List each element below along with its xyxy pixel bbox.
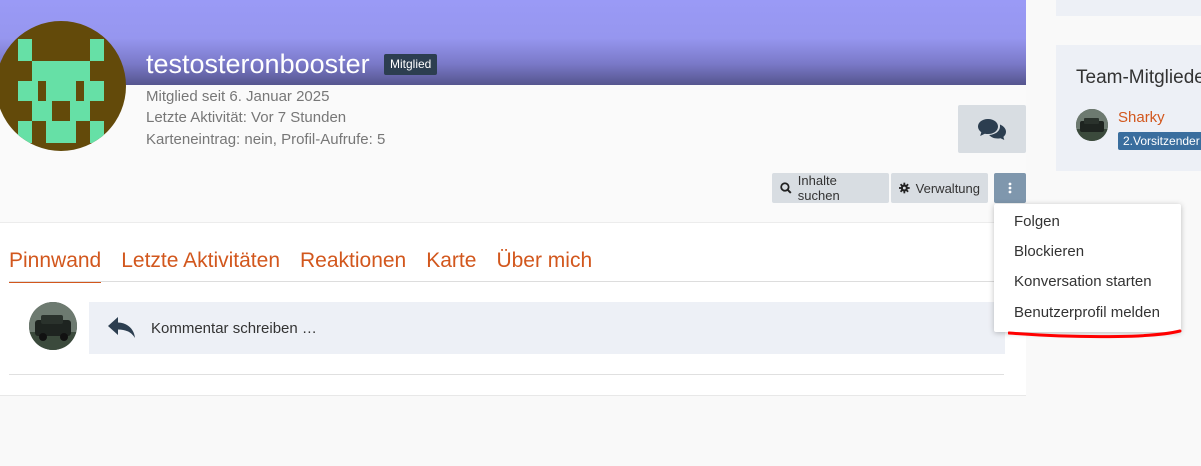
menu-item-report-profile[interactable]: Benutzerprofil melden (1014, 304, 1160, 322)
profile-username: testosteronbooster (146, 49, 370, 79)
profile-card: testosteronbooster Mitglied Mitglied sei… (0, 0, 1026, 396)
tab-recent-activity[interactable]: Letzte Aktivitäten (121, 248, 280, 283)
comments-icon (978, 119, 1006, 140)
search-icon (780, 182, 792, 194)
current-user-avatar[interactable] (29, 302, 77, 350)
last-activity: Letzte Aktivität: Vor 7 Stunden (146, 109, 347, 126)
comment-input[interactable]: Kommentar schreiben … (89, 302, 1005, 354)
search-content-label: Inhalte suchen (797, 173, 840, 203)
more-options-menu: Folgen Blockieren Konversation starten B… (994, 204, 1181, 332)
vertical-ellipsis-icon (1008, 182, 1012, 194)
search-content-button[interactable]: Inhalte suchen (772, 173, 889, 203)
tabs-divider (9, 281, 1004, 282)
rank-badge: Mitglied (384, 54, 438, 75)
admin-button[interactable]: Verwaltung (891, 173, 988, 203)
profile-tabs: Pinnwand Letzte Aktivitäten Reaktionen K… (9, 248, 592, 283)
team-members-title: Team-Mitglieder (1076, 67, 1201, 88)
team-member-avatar[interactable] (1076, 109, 1108, 141)
member-since: Mitglied seit 6. Januar 2025 (146, 88, 330, 105)
menu-item-follow[interactable]: Folgen (1014, 213, 1060, 231)
comment-placeholder: Kommentar schreiben … (151, 319, 317, 337)
profile-stats: Karteneintrag: nein, Profil-Aufrufe: 5 (146, 131, 386, 148)
team-member-badge: 2.Vorsitzender (1118, 132, 1201, 150)
start-conversation-button[interactable] (958, 105, 1026, 153)
sidebar-top-card (1056, 0, 1201, 16)
comment-divider (9, 374, 1004, 375)
tab-map[interactable]: Karte (426, 248, 476, 283)
tab-reactions[interactable]: Reaktionen (300, 248, 406, 283)
team-member-name[interactable]: Sharky (1118, 109, 1165, 126)
profile-avatar[interactable] (0, 21, 126, 151)
menu-item-start-conversation[interactable]: Konversation starten (1014, 273, 1152, 291)
menu-item-block[interactable]: Blockieren (1014, 243, 1084, 261)
tab-about[interactable]: Über mich (496, 248, 592, 283)
tab-pinnwand[interactable]: Pinnwand (9, 248, 102, 283)
team-members-card: Team-Mitglieder Sharky 2.Vorsitzender (1056, 45, 1201, 171)
more-options-button[interactable] (994, 173, 1026, 203)
gear-icon (899, 182, 910, 194)
reply-icon (108, 317, 135, 338)
annotation-underline (1008, 329, 1182, 339)
admin-label: Verwaltung (915, 180, 980, 196)
